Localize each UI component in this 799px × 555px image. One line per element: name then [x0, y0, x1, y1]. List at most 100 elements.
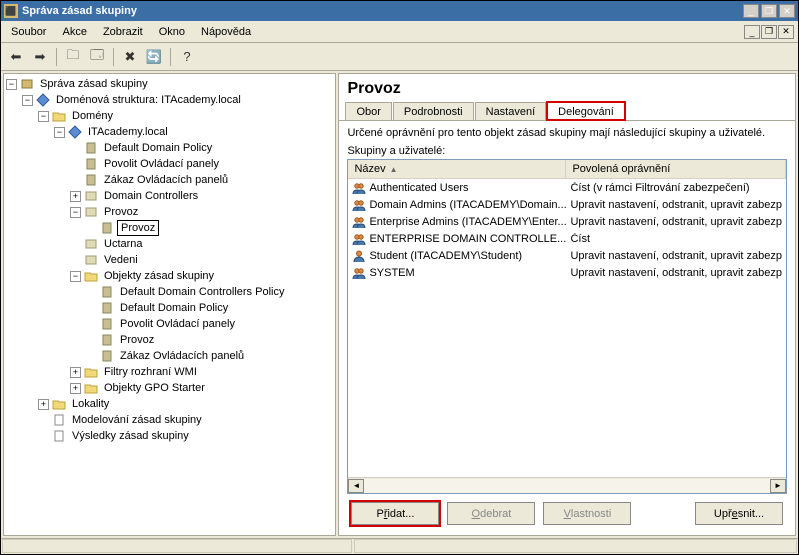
- forest-icon: [36, 93, 50, 107]
- delete-button[interactable]: ✖: [119, 46, 141, 68]
- advanced-button[interactable]: Upřesnit...: [695, 502, 783, 525]
- tree-lokality[interactable]: + Lokality: [38, 396, 333, 412]
- folder-icon: [84, 269, 98, 283]
- back-button[interactable]: ⬅: [5, 46, 27, 68]
- row-permission: Upravit nastavení, odstranit, upravit za…: [566, 267, 786, 279]
- row-name: Student (ITACADEMY\Student): [369, 250, 522, 262]
- mdi-minimize-button[interactable]: _: [744, 25, 760, 39]
- tree-pane[interactable]: − Správa zásad skupiny − Doménová strukt…: [3, 73, 336, 536]
- expand-icon[interactable]: +: [70, 383, 81, 394]
- row-name: ENTERPRISE DOMAIN CONTROLLE...: [369, 233, 566, 245]
- statusbar: [1, 538, 798, 554]
- menu-okno[interactable]: Okno: [151, 23, 193, 41]
- detail-pane: Provoz Obor Podrobnosti Nastavení Delego…: [338, 73, 796, 536]
- column-name[interactable]: Název▲: [348, 160, 566, 178]
- tree-gpo-provoz-selected[interactable]: Provoz: [86, 220, 333, 236]
- gpo-link-icon: [84, 173, 98, 187]
- scroll-right-button[interactable]: ►: [770, 479, 786, 493]
- collapse-icon[interactable]: −: [38, 111, 49, 122]
- tree-gpo-ddp[interactable]: Default Domain Policy: [70, 140, 333, 156]
- tree-label: Provoz: [101, 205, 141, 219]
- tree-vysledky[interactable]: Výsledky zásad skupiny: [38, 428, 333, 444]
- row-permission: Číst: [566, 233, 786, 245]
- tree-wmi[interactable]: +Filtry rozhraní WMI: [70, 364, 333, 380]
- menu-zobrazit[interactable]: Zobrazit: [95, 23, 151, 41]
- expand-icon[interactable]: +: [70, 191, 81, 202]
- tab-nastaveni[interactable]: Nastavení: [475, 102, 547, 120]
- tree-gpo-container[interactable]: − Objekty zásad skupiny: [70, 268, 333, 284]
- tree-label: Zákaz Ovládacích panelů: [117, 349, 247, 363]
- collapse-icon[interactable]: −: [22, 95, 33, 106]
- tab-obor[interactable]: Obor: [345, 102, 391, 120]
- horizontal-scrollbar[interactable]: ◄ ►: [348, 477, 786, 493]
- folder-icon: [84, 381, 98, 395]
- tree-ou-uctarna[interactable]: Uctarna: [70, 236, 333, 252]
- list-row[interactable]: SYSTEM Upravit nastavení, odstranit, upra…: [348, 264, 786, 281]
- row-permission: Číst (v rámci Filtrování zabezpečení): [566, 182, 786, 194]
- tree-ou-dc[interactable]: +Domain Controllers: [70, 188, 333, 204]
- expand-icon[interactable]: +: [38, 399, 49, 410]
- collapse-icon[interactable]: −: [70, 207, 81, 218]
- tree-gpo-zop2[interactable]: Zákaz Ovládacích panelů: [86, 348, 333, 364]
- tree-gpo-pop2[interactable]: Povolit Ovládací panely: [86, 316, 333, 332]
- tree-domains[interactable]: − Domény: [38, 108, 333, 124]
- tree-gpo-ddcp[interactable]: Default Domain Controllers Policy: [86, 284, 333, 300]
- tree-label: Lokality: [69, 397, 112, 411]
- tree-root[interactable]: − Správa zásad skupiny: [6, 76, 333, 92]
- row-name: SYSTEM: [369, 267, 414, 279]
- tree-forest[interactable]: − Doménová struktura: ITAcademy.local: [22, 92, 333, 108]
- tree-label: Zákaz Ovládacích panelů: [101, 173, 231, 187]
- menu-napoveda[interactable]: Nápověda: [193, 23, 259, 41]
- refresh-button[interactable]: 🔄: [143, 46, 165, 68]
- tree-label: Uctarna: [101, 237, 146, 251]
- show-hide-button[interactable]: 🗔: [86, 46, 108, 68]
- collapse-icon[interactable]: −: [54, 127, 65, 138]
- row-permission: Upravit nastavení, odstranit, upravit za…: [566, 250, 786, 262]
- tree-label: Objekty zásad skupiny: [101, 269, 217, 283]
- ou-icon: [84, 189, 98, 203]
- tree-label: Povolit Ovládací panely: [117, 317, 238, 331]
- tree-label: Provoz: [117, 333, 157, 347]
- tree-starter[interactable]: +Objekty GPO Starter: [70, 380, 333, 396]
- ou-icon: [84, 253, 98, 267]
- menu-akce[interactable]: Akce: [54, 23, 94, 41]
- expand-icon[interactable]: +: [70, 367, 81, 378]
- add-button[interactable]: Přidat...: [351, 502, 439, 525]
- list-row[interactable]: Student (ITACADEMY\Student) Upravit nasta…: [348, 247, 786, 264]
- tree-label: Default Domain Controllers Policy: [117, 285, 287, 299]
- tree-modelovani[interactable]: Modelování zásad skupiny: [38, 412, 333, 428]
- maximize-button[interactable]: ❐: [761, 4, 777, 18]
- tree-gpo-zod[interactable]: Zákaz Ovládacích panelů: [70, 172, 333, 188]
- tree-ou-provoz[interactable]: − Provoz: [70, 204, 333, 220]
- mdi-close-button[interactable]: ✕: [778, 25, 794, 39]
- tree-domain[interactable]: − ITAcademy.local: [54, 124, 333, 140]
- menu-soubor[interactable]: Soubor: [3, 23, 54, 41]
- close-button[interactable]: ✕: [779, 4, 795, 18]
- list-row[interactable]: ENTERPRISE DOMAIN CONTROLLE...Číst: [348, 230, 786, 247]
- mdi-maximize-button[interactable]: ❐: [761, 25, 777, 39]
- column-permissions[interactable]: Povolená oprávnění: [566, 160, 786, 178]
- list-row[interactable]: Domain Admins (ITACADEMY\Domain...Upravi…: [348, 196, 786, 213]
- minimize-button[interactable]: _: [743, 4, 759, 18]
- scroll-left-button[interactable]: ◄: [348, 479, 364, 493]
- tree-gpo-provoz3[interactable]: Provoz: [86, 332, 333, 348]
- list-row[interactable]: Authenticated Users Číst (v rámci Filtrov…: [348, 179, 786, 196]
- gpm-icon: [20, 77, 34, 91]
- tab-delegovani[interactable]: Delegování: [547, 102, 625, 120]
- groups-users-label: Skupiny a uživatelé:: [347, 145, 787, 157]
- collapse-icon[interactable]: −: [70, 271, 81, 282]
- ou-icon: [84, 205, 98, 219]
- remove-button[interactable]: Odebrat: [447, 502, 535, 525]
- row-name: Authenticated Users: [369, 182, 468, 194]
- tree-gpo-ddp2[interactable]: Default Domain Policy: [86, 300, 333, 316]
- tree-ou-vedeni[interactable]: Vedeni: [70, 252, 333, 268]
- collapse-icon[interactable]: −: [6, 79, 17, 90]
- forward-button[interactable]: ➡: [29, 46, 51, 68]
- help-button[interactable]: ?: [176, 46, 198, 68]
- tree-gpo-pop[interactable]: Povolit Ovládací panely: [70, 156, 333, 172]
- up-button[interactable]: 🗀: [62, 46, 84, 68]
- list-row[interactable]: Enterprise Admins (ITACADEMY\Enter...Upr…: [348, 213, 786, 230]
- delegation-listview[interactable]: Název▲ Povolená oprávnění Authenticated …: [347, 159, 787, 494]
- properties-button[interactable]: Vlastnosti: [543, 502, 631, 525]
- tab-podrobnosti[interactable]: Podrobnosti: [393, 102, 474, 120]
